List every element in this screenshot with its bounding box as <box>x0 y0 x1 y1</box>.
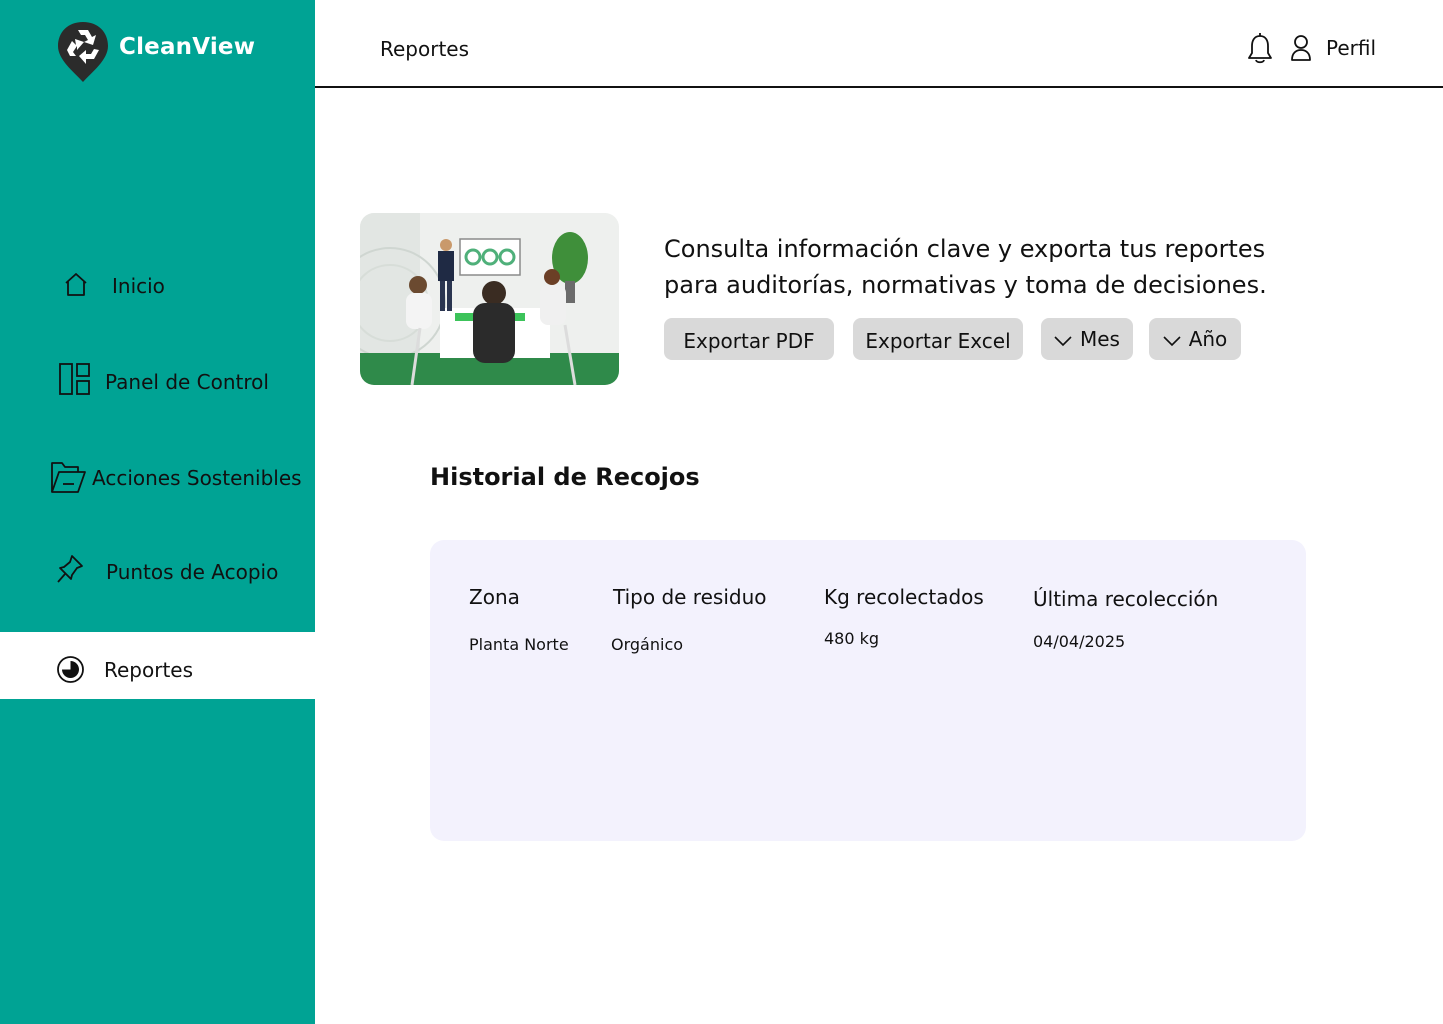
sidebar-item-label: Reportes <box>104 657 194 682</box>
table-cell-zona: Planta Norte <box>469 635 569 654</box>
top-bar: Reportes Perfil <box>315 0 1443 88</box>
column-header-kg: Kg recolectados <box>824 585 984 609</box>
sidebar-item-acciones-sostenibles[interactable]: Acciones Sostenibles <box>50 458 302 496</box>
meeting-photo <box>360 213 619 385</box>
sidebar-item-puntos-de-acopio[interactable]: Puntos de Acopio <box>56 554 278 584</box>
year-filter-dropdown[interactable]: Año <box>1149 318 1241 360</box>
app-name: CleanView <box>119 34 256 60</box>
chevron-down-icon <box>1163 336 1181 347</box>
sidebar-item-label: Acciones Sostenibles <box>92 466 302 490</box>
export-excel-label: Exportar Excel <box>865 329 1011 353</box>
pie-chart-icon <box>57 656 84 683</box>
month-filter-dropdown[interactable]: Mes <box>1041 318 1133 360</box>
sidebar-item-panel-de-control[interactable]: Panel de Control <box>58 362 269 396</box>
page-title: Reportes <box>380 37 470 61</box>
user-icon[interactable] <box>1290 34 1312 62</box>
export-pdf-label: Exportar PDF <box>683 329 815 353</box>
column-header-tipo: Tipo de residuo <box>613 585 767 609</box>
recycle-logo-icon <box>58 22 108 82</box>
sidebar: CleanView Inicio Panel de Control Accion… <box>0 0 315 1024</box>
dashboard-icon <box>59 363 90 395</box>
year-filter-label: Año <box>1188 327 1228 351</box>
sidebar-item-reportes[interactable]: Reportes <box>56 655 193 684</box>
month-filter-label: Mes <box>1080 327 1120 351</box>
table-cell-fecha: 04/04/2025 <box>1033 632 1126 651</box>
brand[interactable]: CleanView <box>56 20 255 84</box>
sidebar-item-label: Panel de Control <box>105 370 269 394</box>
column-header-zona: Zona <box>469 585 520 609</box>
bell-icon[interactable] <box>1246 33 1274 65</box>
folder-icon <box>51 462 86 493</box>
sidebar-item-label: Inicio <box>112 274 165 298</box>
sidebar-item-label: Puntos de Acopio <box>106 560 279 584</box>
sidebar-item-inicio[interactable]: Inicio <box>62 270 165 298</box>
profile-link[interactable]: Perfil <box>1326 36 1376 60</box>
export-pdf-button[interactable]: Exportar PDF <box>664 318 834 360</box>
table-cell-kg: 480 kg <box>824 629 880 648</box>
column-header-ultima: Última recolección <box>1033 587 1219 611</box>
history-title: Historial de Recojos <box>430 463 700 491</box>
history-table: Zona Tipo de residuo Kg recolectados Últ… <box>430 540 1306 841</box>
pin-icon <box>57 555 83 583</box>
chevron-down-icon <box>1054 336 1072 347</box>
table-cell-tipo: Orgánico <box>611 635 684 654</box>
intro-text: Consulta información clave y exporta tus… <box>664 235 1267 299</box>
export-excel-button[interactable]: Exportar Excel <box>853 318 1023 360</box>
home-icon <box>65 273 87 296</box>
